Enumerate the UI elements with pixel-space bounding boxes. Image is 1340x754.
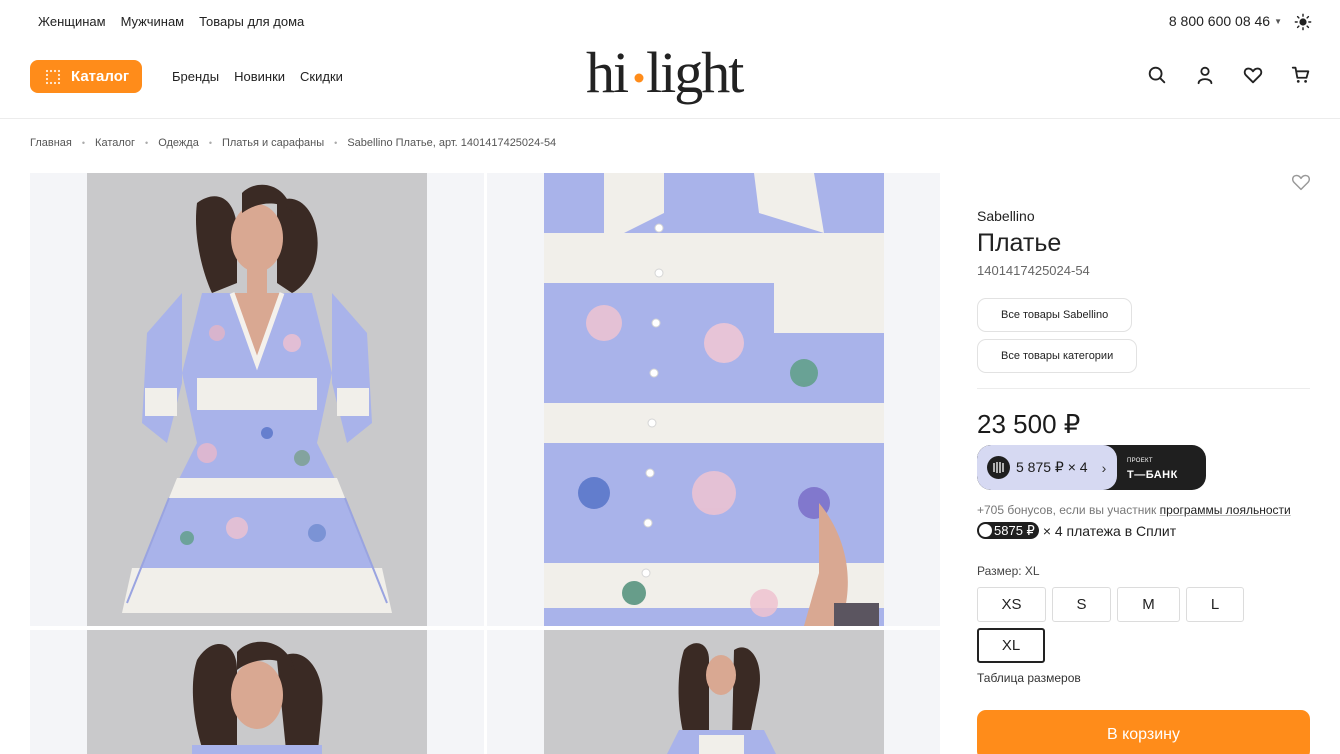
breadcrumb-dresses[interactable]: Платья и сарафаны bbox=[222, 137, 324, 149]
breadcrumb-separator: • bbox=[208, 138, 212, 148]
phone-text: 8 800 600 08 46 bbox=[1168, 13, 1271, 29]
phone-number[interactable]: 8 800 600 08 46 ▼ bbox=[1169, 13, 1282, 29]
bonus-text: +705 бонусов, если вы участник bbox=[977, 503, 1160, 517]
all-brand-products-button[interactable]: Все товары Sabellino bbox=[977, 298, 1133, 332]
size-option-xl[interactable]: XL bbox=[977, 628, 1045, 663]
top-link-home[interactable]: Товары для дома bbox=[199, 14, 304, 29]
top-link-men[interactable]: Мужчинам bbox=[121, 14, 185, 29]
nav-brands[interactable]: Бренды bbox=[172, 69, 219, 84]
split-amount: 5875 ₽ bbox=[994, 522, 1035, 538]
breadcrumb: Главная • Каталог • Одежда • Платья и са… bbox=[30, 137, 556, 149]
catalog-button-label: Каталог bbox=[71, 68, 130, 85]
dress-photo-4-image bbox=[544, 630, 884, 754]
installment-text: 5 875 ₽ × 4 bbox=[1016, 459, 1088, 475]
top-link-women[interactable]: Женщинам bbox=[38, 14, 106, 29]
product-photo-1[interactable] bbox=[30, 173, 484, 626]
add-to-favorites-icon[interactable] bbox=[1290, 171, 1312, 193]
size-option-m[interactable]: M bbox=[1117, 587, 1180, 622]
nav-new[interactable]: Новинки bbox=[234, 69, 285, 84]
photo-frame bbox=[87, 173, 427, 626]
tbank-logo-icon bbox=[987, 456, 1010, 479]
size-option-l[interactable]: L bbox=[1186, 587, 1244, 622]
all-category-products-button[interactable]: Все товары категории bbox=[977, 339, 1138, 373]
grid-dots-icon bbox=[45, 69, 61, 84]
chevron-down-icon: ▼ bbox=[1274, 16, 1282, 26]
installment-pill: 5 875 ₽ × 4 › bbox=[977, 445, 1117, 490]
breadcrumb-separator: • bbox=[145, 138, 149, 148]
bonus-info: +705 бонусов, если вы участник программы… bbox=[977, 503, 1291, 517]
header-actions bbox=[1146, 64, 1312, 86]
loyalty-program-link[interactable]: программы лояльности bbox=[1160, 503, 1291, 517]
heart-icon[interactable] bbox=[1242, 64, 1264, 86]
photo-frame bbox=[544, 173, 884, 626]
size-label: Размер: XL bbox=[977, 564, 1040, 578]
svg-text:hi: hi bbox=[586, 40, 629, 105]
dress-detail-image bbox=[544, 173, 884, 626]
tbank-installment-widget[interactable]: 5 875 ₽ × 4 › ПРОЕКТ Т—БАНК bbox=[977, 445, 1206, 490]
site-logo[interactable]: hi light bbox=[584, 40, 756, 110]
header-divider bbox=[0, 118, 1340, 119]
breadcrumb-separator: • bbox=[334, 138, 338, 148]
product-price: 23 500 ₽ bbox=[977, 409, 1081, 439]
split-badge: 5875 ₽ bbox=[977, 522, 1039, 539]
nav-sale[interactable]: Скидки bbox=[300, 69, 343, 84]
catalog-button[interactable]: Каталог bbox=[30, 60, 142, 93]
breadcrumb-catalog[interactable]: Каталог bbox=[95, 137, 135, 149]
size-option-xs[interactable]: XS bbox=[977, 587, 1046, 622]
svg-text:light: light bbox=[646, 40, 744, 105]
tbank-project-label: ПРОЕКТ bbox=[1127, 458, 1153, 464]
cart-icon[interactable] bbox=[1290, 64, 1312, 86]
tbank-brand: ПРОЕКТ Т—БАНК bbox=[1127, 457, 1178, 483]
sun-icon[interactable] bbox=[1294, 13, 1312, 31]
split-payment[interactable]: 5875 ₽ × 4 платежа в Сплит bbox=[977, 522, 1176, 539]
product-brand[interactable]: Sabellino bbox=[977, 208, 1035, 224]
dress-front-image bbox=[87, 173, 427, 626]
top-bar: Женщинам Мужчинам Товары для дома 8 800 … bbox=[0, 0, 1340, 44]
split-text: × 4 платежа в Сплит bbox=[1042, 522, 1177, 539]
breadcrumb-clothing[interactable]: Одежда bbox=[158, 137, 199, 149]
split-logo-icon bbox=[979, 524, 992, 537]
product-photo-2[interactable] bbox=[487, 173, 940, 626]
tbank-name: Т—БАНК bbox=[1127, 469, 1178, 481]
main-nav: Бренды Новинки Скидки bbox=[172, 69, 343, 84]
add-to-cart-button[interactable]: В корзину bbox=[977, 710, 1310, 754]
panel-divider bbox=[977, 388, 1310, 389]
product-photo-4[interactable] bbox=[487, 630, 940, 754]
product-article: 1401417425024-54 bbox=[977, 263, 1090, 278]
top-links: Женщинам Мужчинам Товары для дома bbox=[38, 14, 304, 29]
search-icon[interactable] bbox=[1146, 64, 1168, 86]
size-chart-link[interactable]: Таблица размеров bbox=[977, 671, 1081, 685]
user-icon[interactable] bbox=[1194, 64, 1216, 86]
breadcrumb-current: Sabellino Платье, арт. 1401417425024-54 bbox=[347, 137, 557, 149]
product-photo-3[interactable] bbox=[30, 630, 484, 754]
dress-photo-3-image bbox=[87, 630, 427, 754]
photo-frame bbox=[87, 630, 427, 754]
breadcrumb-separator: • bbox=[81, 138, 86, 148]
breadcrumb-home[interactable]: Главная bbox=[30, 137, 72, 149]
photo-frame bbox=[544, 630, 884, 754]
chevron-right-icon: › bbox=[1101, 459, 1107, 476]
product-title: Платье bbox=[977, 229, 1062, 257]
size-option-s[interactable]: S bbox=[1052, 587, 1111, 622]
